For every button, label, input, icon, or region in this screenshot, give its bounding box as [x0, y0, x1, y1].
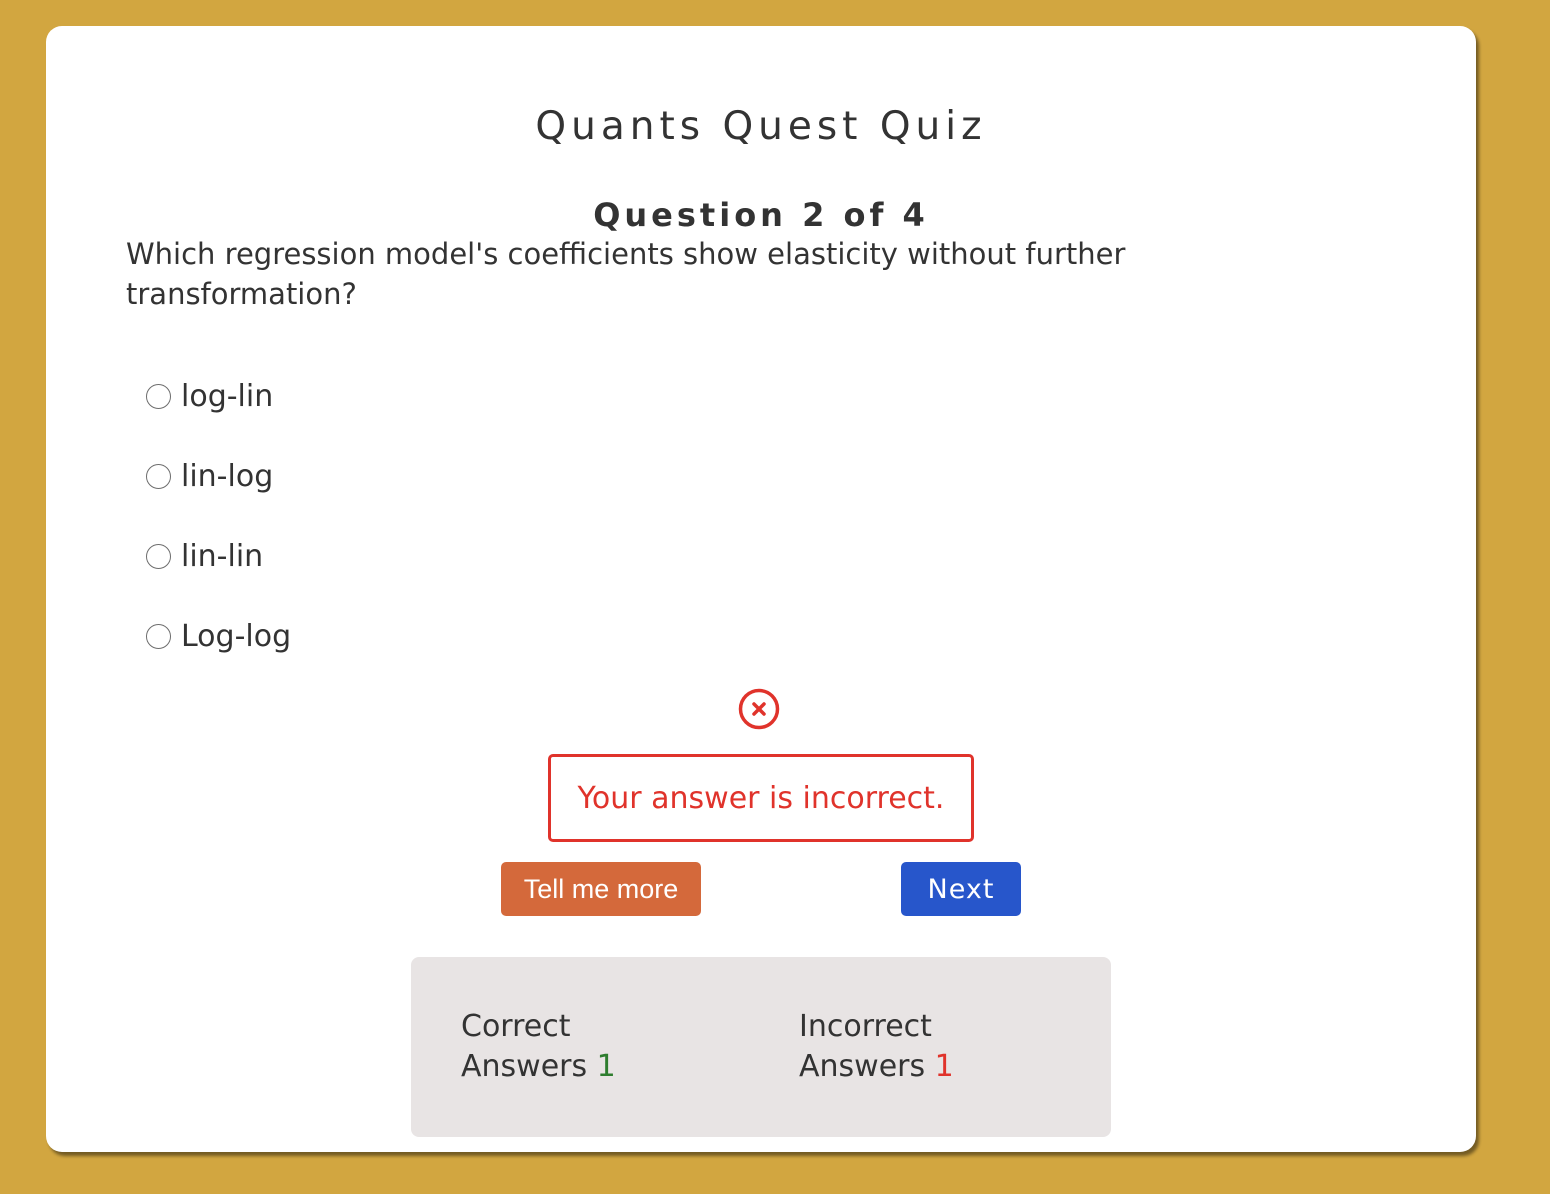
incorrect-label: Incorrect [799, 1009, 932, 1044]
option-label[interactable]: Log-log [181, 619, 291, 654]
question-text: Which regression model's coefficients sh… [126, 237, 1126, 311]
radio-button[interactable] [146, 463, 171, 489]
next-button[interactable]: Next [901, 862, 1021, 916]
question-counter: Question 2 of 4 [593, 196, 929, 234]
radio-button[interactable] [146, 543, 171, 569]
option-lin-log[interactable]: lin-log [146, 436, 291, 516]
correct-label: Answers [461, 1049, 588, 1084]
x-circle-icon [738, 688, 780, 730]
incorrect-count: 1 [934, 1049, 954, 1084]
answer-options: log-lin lin-log lin-lin Log-log [146, 356, 291, 676]
incorrect-label: Answers [799, 1049, 926, 1084]
incorrect-answers-score: Incorrect Answers 1 [799, 1007, 999, 1087]
score-panel: Correct Answers 1 Incorrect Answers 1 [411, 957, 1111, 1137]
correct-answers-score: Correct Answers 1 [461, 1007, 661, 1087]
radio-button[interactable] [146, 383, 171, 409]
feedback-message: Your answer is incorrect. [548, 754, 974, 842]
option-label[interactable]: log-lin [181, 379, 273, 414]
option-log-lin[interactable]: log-lin [146, 356, 291, 436]
correct-count: 1 [596, 1049, 616, 1084]
option-label[interactable]: lin-log [181, 459, 273, 494]
quiz-title: Quants Quest Quiz [535, 104, 987, 149]
option-lin-lin[interactable]: lin-lin [146, 516, 291, 596]
option-label[interactable]: lin-lin [181, 539, 263, 574]
quiz-card: Quants Quest Quiz Question 2 of 4 Which … [46, 26, 1476, 1152]
tell-me-more-button[interactable]: Tell me more [501, 862, 701, 916]
correct-label: Correct [461, 1009, 571, 1044]
radio-button[interactable] [146, 623, 171, 649]
option-log-log[interactable]: Log-log [146, 596, 291, 676]
